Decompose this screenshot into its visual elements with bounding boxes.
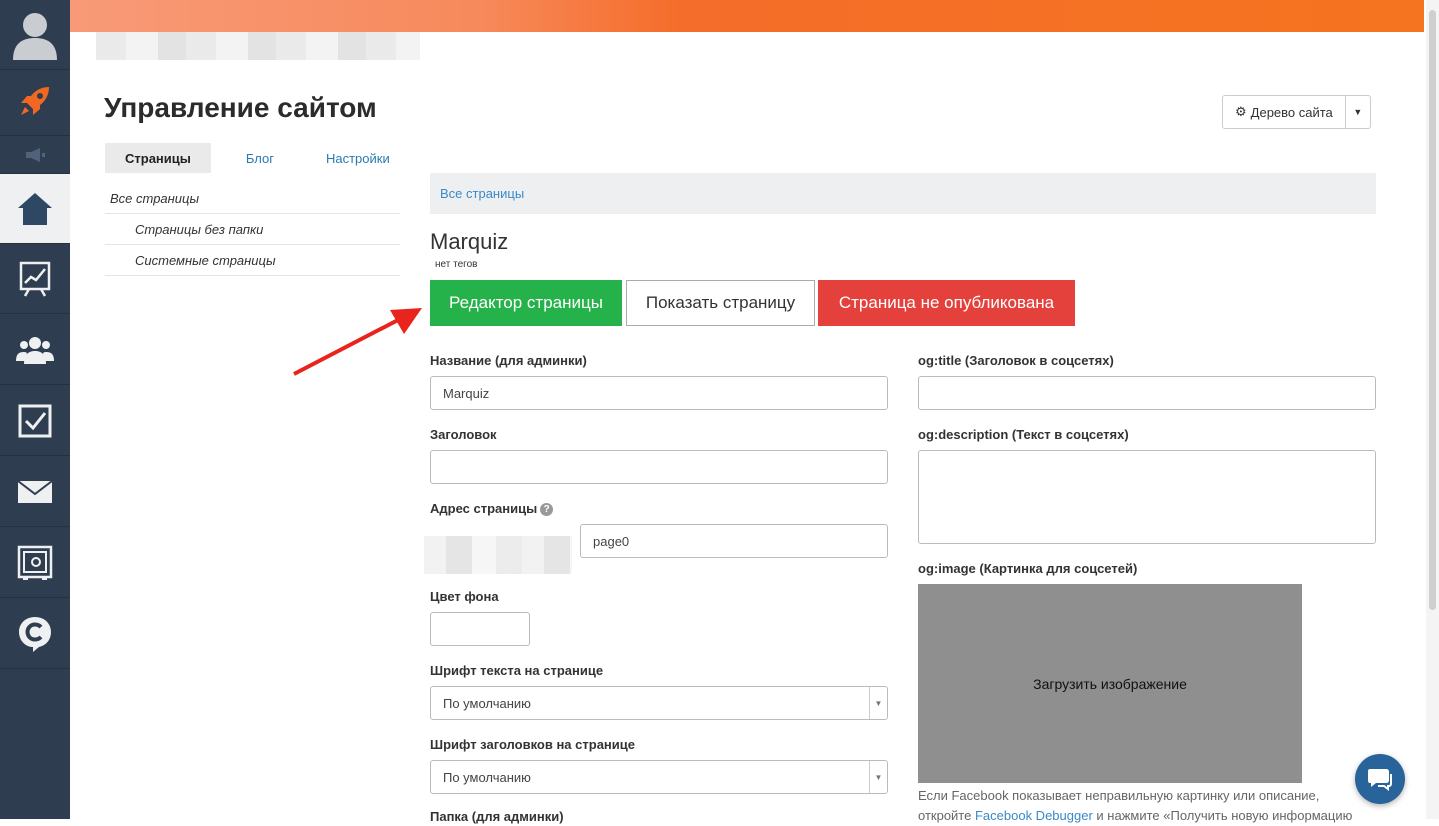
- annotation-arrow: [293, 308, 422, 376]
- tree-item-all-pages[interactable]: Все страницы: [105, 183, 400, 214]
- chat-widget-button[interactable]: [1355, 754, 1405, 804]
- facebook-note-open: откройте: [918, 808, 972, 823]
- rocket-icon: [21, 86, 49, 115]
- rail-users[interactable]: [0, 315, 70, 385]
- page-title: Управление сайтом: [104, 92, 377, 123]
- show-page-button[interactable]: Показать страницу: [626, 280, 815, 326]
- scrollbar-thumb[interactable]: [1429, 10, 1436, 610]
- breadcrumb-link-all-pages[interactable]: Все страницы: [440, 186, 524, 201]
- breadcrumb: Все страницы: [430, 173, 1376, 214]
- address-label-row: Адрес страницы?: [430, 501, 554, 516]
- rail-tasks[interactable]: [0, 386, 70, 456]
- og-description-label: og:description (Текст в соцсетях): [918, 427, 1129, 442]
- og-description-textarea[interactable]: [918, 450, 1376, 544]
- page-name: Marquiz: [430, 229, 509, 254]
- rail-home[interactable]: [0, 174, 70, 244]
- site-tree-dropdown-toggle[interactable]: ▼: [1344, 96, 1370, 128]
- heading-font-value: По умолчанию: [443, 769, 531, 785]
- page-editor-button[interactable]: Редактор страницы: [430, 280, 622, 326]
- page-scrollbar[interactable]: [1426, 0, 1439, 819]
- gear-icon: ⚙: [1235, 104, 1247, 119]
- megaphone-icon: [26, 147, 45, 162]
- og-title-input[interactable]: [918, 376, 1376, 410]
- address-input[interactable]: page0: [580, 524, 888, 558]
- page-tags: нет тегов: [435, 259, 478, 270]
- top-banner: [70, 0, 1424, 32]
- tree-item-no-folder[interactable]: Страницы без папки: [105, 214, 400, 245]
- facebook-note-line-1: Если Facebook показывает неправильную ка…: [918, 788, 1320, 803]
- text-font-select[interactable]: По умолчанию ▼: [430, 686, 888, 720]
- site-tree-button-group: ⚙ Дерево сайта ▼: [1222, 95, 1371, 129]
- safe-icon: [17, 545, 53, 580]
- og-title-label: og:title (Заголовок в соцсетях): [918, 353, 1114, 368]
- pages-tree: Все страницы Страницы без папки Системны…: [105, 183, 400, 276]
- rail-megaphone[interactable]: [0, 136, 70, 174]
- text-font-value: По умолчанию: [443, 695, 531, 711]
- site-tree-button[interactable]: ⚙ Дерево сайта: [1223, 96, 1345, 128]
- upload-image-button[interactable]: Загрузить изображение: [918, 584, 1302, 783]
- tab-pages[interactable]: Страницы: [105, 143, 211, 173]
- users-icon: [16, 336, 54, 364]
- home-icon: [18, 192, 52, 225]
- folder-label: Папка (для админки): [430, 809, 564, 824]
- tab-settings[interactable]: Настройки: [306, 143, 410, 173]
- facebook-note-line-2: откройте Facebook Debugger и нажмите «По…: [918, 806, 1378, 826]
- site-tree-label: Дерево сайта: [1250, 104, 1333, 120]
- bg-color-label: Цвет фона: [430, 589, 499, 604]
- address-label: Адрес страницы: [430, 501, 538, 516]
- redacted-domain: [424, 536, 572, 574]
- heading-font-select[interactable]: По умолчанию ▼: [430, 760, 888, 794]
- rail-analytics[interactable]: [0, 244, 70, 314]
- facebook-note: Если Facebook показывает неправильную ка…: [918, 786, 1378, 826]
- admin-name-label: Название (для админки): [430, 353, 587, 368]
- og-image-label: og:image (Картинка для соцсетей): [918, 561, 1138, 576]
- caret-down-icon: ▼: [1353, 107, 1363, 117]
- select-arrow-icon: ▼: [869, 761, 887, 793]
- text-font-label: Шрифт текста на странице: [430, 663, 604, 678]
- unpublished-button[interactable]: Страница не опубликована: [818, 280, 1075, 326]
- admin-name-input[interactable]: Marquiz: [430, 376, 888, 410]
- redacted-header: [96, 32, 420, 60]
- checkbox-icon: [18, 404, 52, 437]
- help-icon[interactable]: ?: [540, 503, 554, 516]
- user-avatar-icon: [13, 12, 57, 60]
- chart-icon: [19, 261, 51, 297]
- tab-blog[interactable]: Блог: [211, 143, 306, 173]
- chat-icon: [1368, 769, 1392, 791]
- facebook-debugger-link[interactable]: Facebook Debugger: [975, 808, 1093, 823]
- section-tabs: Страницы Блог Настройки: [105, 143, 410, 173]
- rail-user-avatar[interactable]: [0, 0, 70, 70]
- rail-safe[interactable]: [0, 528, 70, 598]
- facebook-note-press: и нажмите «Получить новую информацию: [1096, 808, 1353, 823]
- logo-c-icon: [19, 616, 51, 652]
- tree-item-system[interactable]: Системные страницы: [105, 245, 400, 276]
- rail-rocket[interactable]: [0, 66, 70, 136]
- bg-color-input[interactable]: [430, 612, 530, 646]
- heading-font-label: Шрифт заголовков на странице: [430, 737, 635, 752]
- upload-image-label: Загрузить изображение: [1033, 675, 1187, 692]
- select-arrow-icon: ▼: [869, 687, 887, 719]
- heading-input[interactable]: [430, 450, 888, 484]
- rail-mail[interactable]: [0, 457, 70, 527]
- rail-logo[interactable]: [0, 599, 70, 669]
- heading-label: Заголовок: [430, 427, 497, 442]
- mail-icon: [17, 479, 53, 503]
- sidebar-rail: [0, 0, 70, 819]
